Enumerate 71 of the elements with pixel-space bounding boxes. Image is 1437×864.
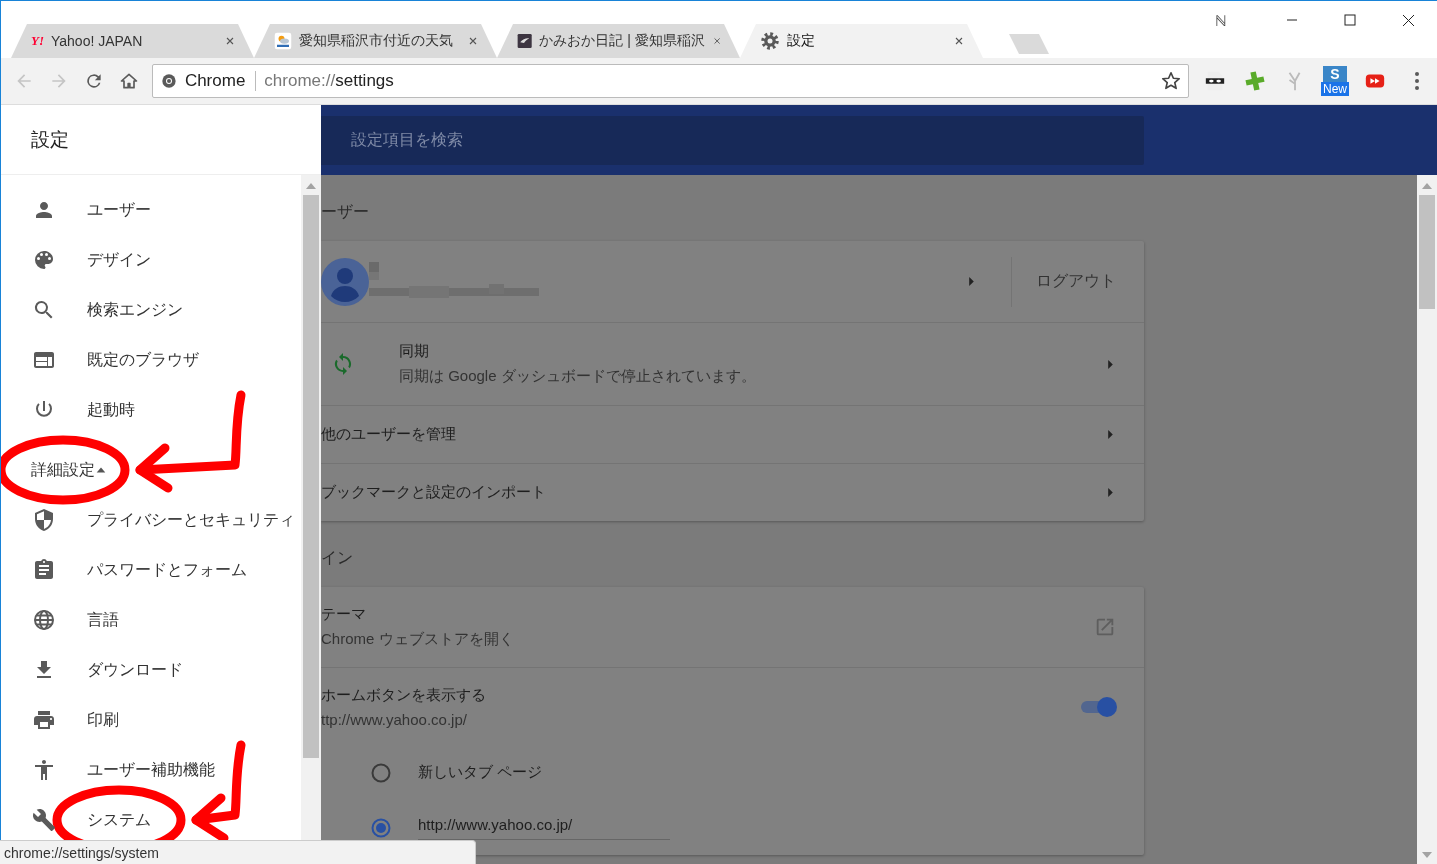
drawer-item[interactable]: パスワードとフォーム <box>1 545 301 595</box>
drawer-item[interactable]: 検索エンジン <box>1 285 301 335</box>
drawer-item[interactable]: ユーザー <box>1 185 301 235</box>
circle-logo-icon <box>160 73 177 89</box>
dark-favicon-icon <box>517 32 533 50</box>
radio-label: 新しいタブ ページ <box>418 763 543 782</box>
drawer-item[interactable]: デザイン <box>1 235 301 285</box>
globe-icon <box>32 608 56 632</box>
chevron-icon <box>966 276 977 287</box>
menu-icon <box>1415 72 1419 90</box>
extension-badge[interactable]: ℕ <box>1215 10 1227 30</box>
close-icon[interactable] <box>953 35 965 47</box>
site-chip: Chrome <box>184 71 257 91</box>
avatar-icon <box>321 257 369 306</box>
drawer-item[interactable]: 印刷 <box>1 695 301 745</box>
row-subtitle: Chrome ウェブストアを開く <box>321 630 515 649</box>
maximize-icon <box>1344 14 1356 26</box>
settings-row[interactable]: テーマ Chrome ウェブストアを開く <box>321 587 1144 667</box>
settings-row[interactable]: 他のユーザーを管理 <box>321 405 1144 463</box>
tab[interactable]: Y! Yahoo! JAPAN <box>11 24 254 58</box>
plus-icon[interactable] <box>1244 70 1266 92</box>
wrench-icon <box>32 808 56 832</box>
chevron-icon <box>1105 358 1116 370</box>
tab[interactable]: 愛知県稲沢市付近の天気 <box>254 24 497 58</box>
search-field[interactable]: 設定項目を検索 <box>321 115 1144 165</box>
section-title: ーザー <box>321 201 370 222</box>
radio-button[interactable] <box>371 817 391 838</box>
address-field[interactable]: Chrome chrome://settings <box>151 64 1189 98</box>
site-logo: Y! <box>31 33 44 49</box>
row-subtitle: 同期は Google ダッシュボードで停止されています。 <box>399 367 757 386</box>
drawer-item[interactable]: 既定のブラウザ <box>1 335 301 385</box>
settings-row[interactable]: 同期 同期は Google ダッシュボードで停止されています。 <box>321 322 1144 405</box>
row-title: ブックマークと設定のインポート <box>321 483 547 502</box>
weather-favicon-icon <box>274 32 292 50</box>
row-title: 他のユーザーを管理 <box>321 425 457 444</box>
extension-button[interactable]: S New <box>1321 66 1349 96</box>
drawer-item[interactable]: プライバシーとセキュリティ <box>1 495 301 545</box>
radio-button[interactable] <box>371 762 391 783</box>
row-title: テーマ <box>321 605 367 624</box>
close-icon[interactable] <box>467 35 479 47</box>
url-field[interactable]: http://www.yahoo.co.jp/ <box>418 815 670 840</box>
toggle-switch[interactable] <box>1080 696 1118 717</box>
tab[interactable]: かみおか日記 | 愛知県稲沢 <box>497 24 740 58</box>
clipboard-icon <box>32 558 56 582</box>
drawer-item[interactable]: ダウンロード <box>1 645 301 695</box>
printer-icon <box>32 708 56 732</box>
tab[interactable]: 設定 <box>740 24 983 58</box>
settings-row[interactable]: ブックマークと設定のインポート <box>321 463 1144 521</box>
section-title: イン <box>321 547 354 568</box>
drawer-item[interactable]: 言語 <box>1 595 301 645</box>
close-icon[interactable] <box>711 35 722 47</box>
close-icon <box>1401 13 1415 27</box>
scrollbar[interactable] <box>1417 175 1437 864</box>
chevron-icon <box>1105 487 1116 498</box>
home-icon <box>119 71 140 91</box>
row-subtitle: ttp://www.yahoo.co.jp/ <box>321 710 468 728</box>
star-icon[interactable] <box>1160 70 1182 92</box>
status-tooltip: chrome://settings/system <box>0 840 476 864</box>
row-title: ホームボタンを表示する <box>321 685 487 705</box>
drawer-section-toggle[interactable]: 詳細設定 <box>1 445 301 495</box>
drawer-item[interactable]: 起動時 <box>1 385 301 435</box>
row-title: 同期 <box>399 342 430 361</box>
palette-icon <box>32 248 56 272</box>
gear-icon <box>760 31 780 51</box>
drawer-item[interactable]: ユーザー補助機能 <box>1 745 301 795</box>
url-text: chrome://settings <box>264 71 395 91</box>
close-icon[interactable] <box>224 35 236 47</box>
chevron-icon <box>1105 429 1116 440</box>
open-external-icon[interactable] <box>1094 616 1116 638</box>
accessibility-icon <box>32 758 56 782</box>
shield-icon <box>32 508 56 532</box>
